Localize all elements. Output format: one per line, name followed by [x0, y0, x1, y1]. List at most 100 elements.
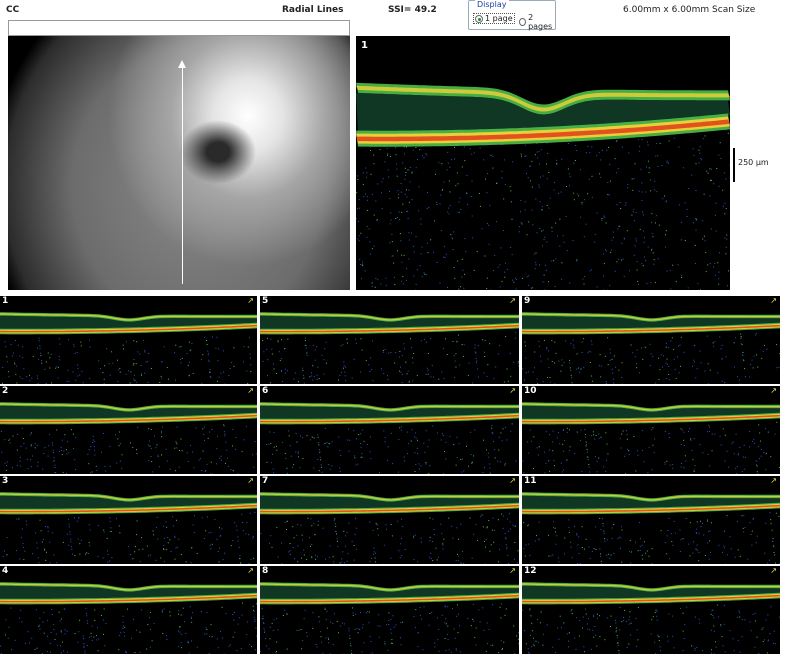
speckle-dot — [299, 435, 301, 437]
speckle-dot — [568, 519, 570, 521]
speckle-dot — [466, 193, 468, 195]
speckle-dot — [27, 631, 29, 633]
speckle-dot — [528, 543, 530, 545]
speckle-dot — [417, 561, 419, 563]
speckle-dot — [54, 464, 56, 466]
speckle-dot — [62, 650, 64, 652]
bscan-thumbnail[interactable]: 10 ↗ — [522, 386, 780, 474]
speckle-dot — [116, 359, 118, 361]
speckle-dot — [778, 366, 780, 368]
bscan-thumbnail[interactable]: 1 ↗ — [0, 296, 257, 384]
speckle-dot — [23, 559, 25, 561]
speckle-dot — [546, 347, 548, 349]
speckle-dot — [500, 247, 502, 249]
speckle-dot — [693, 470, 695, 472]
speckle-dot — [334, 518, 336, 520]
speckle-dot — [53, 459, 55, 461]
speckle-dot — [17, 433, 19, 435]
bscan-thumbnail[interactable]: 4 ↗ — [0, 566, 257, 654]
speckle-dot — [324, 607, 326, 609]
speckle-dot — [205, 530, 207, 532]
speckle-dot — [490, 154, 492, 156]
speckle-dot — [567, 143, 569, 144]
speckle-dot — [742, 352, 744, 353]
bscan-thumbnail[interactable]: 9 ↗ — [522, 296, 780, 384]
speckle-dot — [627, 184, 629, 186]
speckle-dot — [645, 260, 647, 262]
speckle-dot — [583, 338, 585, 340]
speckle-dot — [589, 152, 591, 154]
one-page-radio[interactable]: 1 page — [473, 13, 515, 24]
speckle-dot — [413, 352, 415, 354]
speckle-dot — [563, 469, 565, 471]
speckle-dot — [702, 452, 704, 454]
speckle-dot — [230, 362, 232, 364]
speckle-dot — [339, 467, 341, 469]
speckle-dot — [262, 340, 264, 342]
speckle-dot — [377, 534, 379, 536]
speckle-dot — [706, 170, 708, 172]
speckle-dot — [69, 531, 71, 533]
speckle-dot — [378, 636, 380, 638]
speckle-dot — [111, 351, 113, 353]
speckle-dot — [37, 465, 39, 467]
speckle-dot — [107, 554, 109, 556]
speckle-dot — [454, 360, 456, 362]
two-pages-label: 2 pages — [528, 13, 553, 31]
speckle-dot — [531, 209, 533, 211]
speckle-dot — [729, 164, 730, 166]
speckle-dot — [276, 641, 278, 643]
speckle-dot — [225, 612, 227, 614]
speckle-dot — [611, 537, 613, 539]
bscan-thumbnail[interactable]: 12 ↗ — [522, 566, 780, 654]
speckle-dot — [636, 450, 638, 452]
speckle-dot — [641, 430, 643, 431]
radio-selected-icon[interactable] — [475, 14, 483, 23]
speckle-dot — [633, 208, 635, 210]
radio-unselected-icon[interactable] — [519, 18, 527, 26]
bscan-thumbnail[interactable]: 7 ↗ — [260, 476, 519, 564]
speckle-dot — [536, 619, 538, 620]
bscan-thumbnail[interactable]: 5 ↗ — [260, 296, 519, 384]
bscan-thumbnail[interactable]: 6 ↗ — [260, 386, 519, 474]
speckle-dot — [585, 152, 587, 154]
speckle-dot — [335, 530, 337, 532]
speckle-dot — [668, 347, 670, 349]
speckle-dot — [618, 650, 620, 652]
speckle-dot — [457, 211, 459, 213]
speckle-dot — [52, 452, 54, 454]
speckle-dot — [772, 537, 774, 539]
speckle-dot — [448, 213, 450, 215]
speckle-dot — [466, 175, 468, 176]
speckle-dot — [548, 449, 550, 451]
speckle-dot — [19, 460, 21, 462]
speckle-dot — [637, 639, 639, 641]
speckle-dot — [163, 525, 165, 527]
speckle-dot — [463, 344, 465, 346]
speckle-dot — [372, 380, 374, 382]
bscan-thumbnail[interactable]: 8 ↗ — [260, 566, 519, 654]
speckle-dot — [321, 354, 323, 356]
speckle-dot — [438, 378, 440, 380]
speckle-dot — [569, 282, 571, 284]
speckle-dot — [656, 143, 658, 145]
speckle-dot — [700, 525, 702, 527]
speckle-dot — [475, 523, 477, 525]
speckle-dot — [362, 183, 364, 185]
speckle-dot — [720, 444, 722, 446]
bscan-thumbnail[interactable]: 11 ↗ — [522, 476, 780, 564]
speckle-dot — [286, 472, 288, 474]
speckle-dot — [341, 622, 343, 624]
bscan-thumbnail[interactable]: 3 ↗ — [0, 476, 257, 564]
speckle-dot — [587, 145, 589, 147]
speckle-dot — [386, 147, 388, 149]
speckle-dot — [576, 353, 578, 355]
speckle-dot — [457, 559, 459, 561]
speckle-dot — [563, 362, 565, 364]
speckle-dot — [544, 472, 546, 474]
speckle-dot — [641, 263, 643, 265]
speckle-dot — [434, 534, 436, 536]
speckle-dot — [555, 531, 557, 533]
bscan-thumbnail[interactable]: 2 ↗ — [0, 386, 257, 474]
two-pages-radio[interactable]: 2 pages — [519, 13, 555, 31]
